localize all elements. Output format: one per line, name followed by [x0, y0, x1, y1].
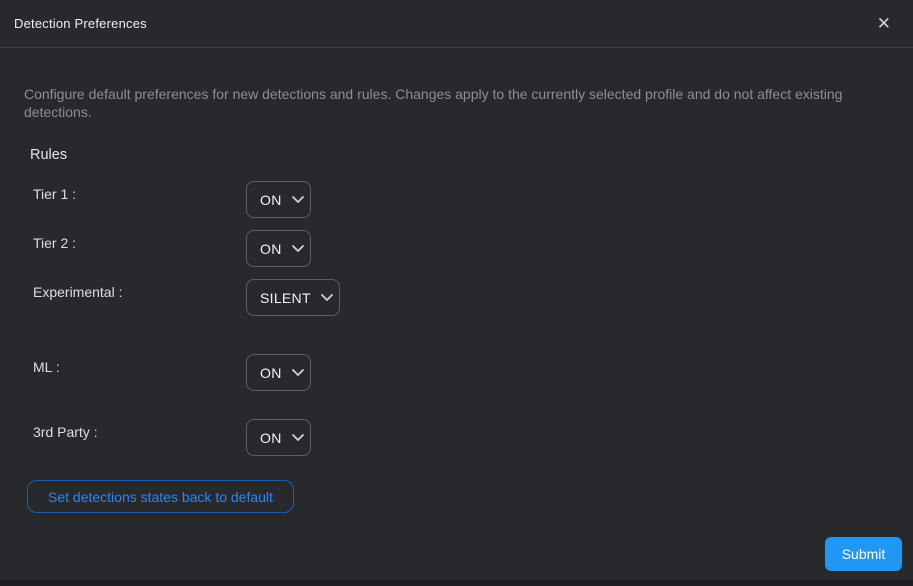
rule-label-tier-2: Tier 2 : [33, 235, 77, 252]
reset-defaults-button[interactable]: Set detections states back to default [27, 480, 294, 514]
experimental-selected-value: SILENT [260, 289, 311, 306]
dialog-header: Detection Preferences ✕ [0, 0, 913, 48]
rules-list: Tier 1 : ON Tier 2 : ON Experimental: S… [33, 181, 889, 457]
detection-preferences-dialog: Detection Preferences ✕ Configure defaul… [0, 0, 913, 580]
rule-row-ml: ML : ON [33, 354, 889, 392]
rule-label-tier-1: Tier 1 : [33, 186, 77, 203]
chevron-down-icon [291, 369, 304, 377]
close-icon: ✕ [876, 14, 891, 33]
chevron-down-icon [291, 196, 304, 204]
rule-label-3rd-party: 3rd Party : [33, 424, 98, 441]
chevron-down-icon [291, 245, 304, 253]
experimental-select[interactable]: SILENT [246, 279, 340, 317]
rules-section-title: Rules [30, 147, 68, 164]
tier-2-select[interactable]: ON [246, 230, 311, 268]
chevron-down-icon [291, 434, 304, 442]
page-title: Detection Preferences [14, 16, 147, 31]
tier-2-selected-value: ON [260, 240, 282, 257]
rule-row-tier-1: Tier 1 : ON [33, 181, 889, 219]
third-party-select[interactable]: ON [246, 419, 311, 457]
tier-1-select[interactable]: ON [246, 181, 311, 219]
ml-selected-value: ON [260, 364, 282, 381]
rule-row-3rd-party: 3rd Party : ON [33, 419, 889, 457]
chevron-down-icon [320, 294, 333, 302]
dialog-description: Configure default preferences for new de… [24, 86, 843, 120]
rule-row-experimental: Experimental : SILENT [33, 279, 889, 317]
close-button[interactable]: ✕ [871, 11, 897, 36]
rule-label-experimental: Experimental : [33, 284, 123, 301]
submit-button[interactable]: Submit [825, 537, 902, 571]
third-party-selected-value: ON [260, 429, 282, 446]
rule-row-tier-2: Tier 2 : ON [33, 230, 889, 268]
rule-label-ml: ML : [33, 359, 60, 376]
dialog-body: Configure default preferences for new de… [0, 48, 913, 514]
ml-select[interactable]: ON [246, 354, 311, 392]
tier-1-selected-value: ON [260, 191, 282, 208]
